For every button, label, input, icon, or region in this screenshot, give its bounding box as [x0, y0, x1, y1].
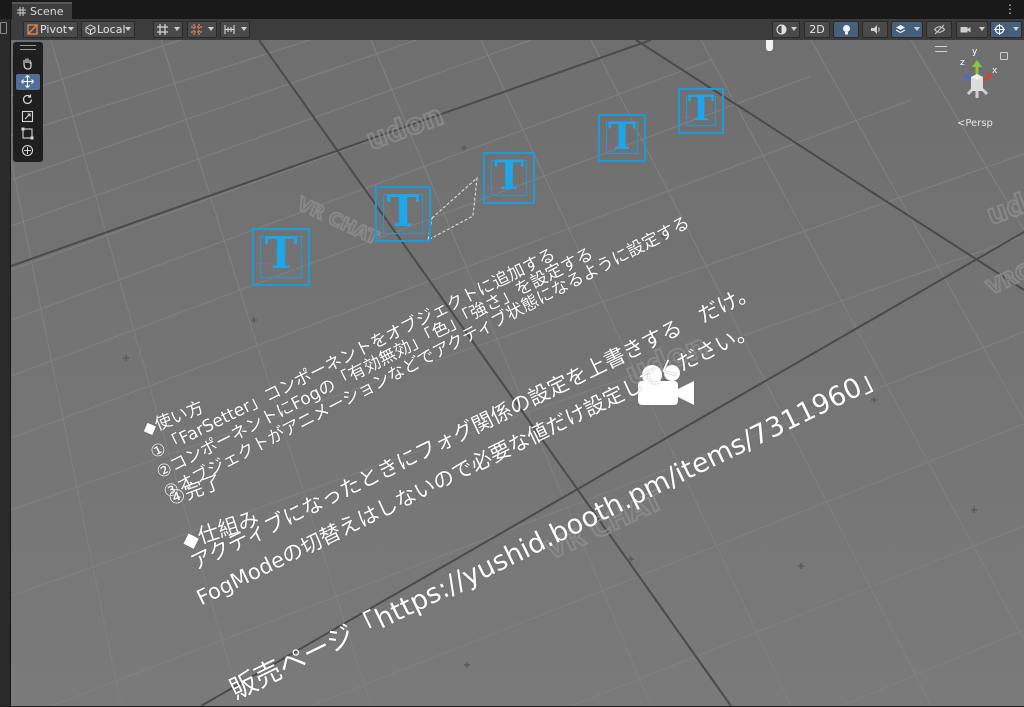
camera-icon [960, 27, 971, 33]
scale-tool[interactable] [16, 109, 40, 125]
audio-toggle[interactable] [862, 21, 888, 38]
rotate-icon [22, 94, 33, 105]
tools-overlay [13, 42, 43, 162]
more-menu-icon[interactable]: ⋮ [1004, 2, 1016, 16]
view-slider-knob[interactable] [766, 40, 773, 51]
text-icon: T [264, 228, 298, 279]
grid-icon [17, 7, 26, 16]
effects-dropdown[interactable] [891, 21, 923, 38]
chevron-down-icon [1013, 27, 1019, 31]
local-dropdown[interactable]: Local [81, 21, 135, 38]
tab-scene[interactable]: Scene [12, 2, 72, 19]
projection-label[interactable]: <Persp [957, 118, 993, 129]
increment-snap-icon [191, 24, 202, 35]
gizmo-x-label: x [992, 66, 998, 76]
grid-snap-icon [157, 24, 168, 35]
chevron-down-icon [979, 27, 985, 31]
drag-handle-icon[interactable] [20, 45, 36, 50]
chevron-down-icon [125, 27, 131, 31]
text-object-gizmo[interactable]: T -·-·-·- [598, 114, 646, 162]
shading-mode-button[interactable] [772, 21, 800, 38]
overlay-menu-icon[interactable] [935, 46, 947, 52]
visibility-icon [934, 24, 945, 35]
camera-settings-dropdown[interactable] [956, 21, 988, 38]
gizmos-dropdown[interactable] [990, 21, 1022, 38]
text-icon: T [687, 88, 715, 129]
move-icon [21, 75, 34, 88]
hand-tool[interactable] [16, 56, 40, 72]
gizmos-icon [994, 24, 1005, 35]
rect-icon [21, 127, 34, 140]
pivot-dropdown[interactable]: Pivot [23, 21, 78, 38]
shading-mode-icon [776, 24, 787, 35]
chevron-down-icon [208, 27, 214, 31]
component-marker: -·-·-·- [379, 218, 396, 226]
scale-icon [21, 110, 34, 123]
scene-visibility-toggle[interactable] [926, 21, 952, 38]
local-label: Local [97, 23, 126, 36]
tab-scene-label: Scene [30, 5, 64, 18]
text-object-gizmo[interactable]: T -·-·-·- [375, 186, 431, 242]
text-object-gizmo[interactable]: T -·-·-·- [678, 88, 724, 134]
view-2d-toggle[interactable]: 2D [804, 21, 830, 38]
orientation-gizmo[interactable]: y x z [950, 44, 1010, 114]
hand-icon [23, 58, 32, 70]
scene-toolbar: Pivot Local 2D [0, 19, 1024, 41]
scene-tab-bar: Scene ⋮ [0, 0, 1024, 20]
chevron-down-icon [241, 27, 247, 31]
chevron-down-icon [914, 27, 920, 31]
component-marker: -·-·-·- [256, 260, 273, 268]
text-object-gizmo[interactable]: T -·-·-·- [483, 152, 535, 204]
chevron-down-icon [68, 27, 74, 31]
lighting-icon [843, 25, 850, 35]
panel-collapse-icon[interactable] [0, 22, 7, 34]
rotate-tool[interactable] [16, 92, 40, 108]
increment-snap-button[interactable] [187, 21, 217, 38]
view-2d-label: 2D [809, 23, 825, 36]
text-icon: T [386, 186, 420, 237]
component-marker: -·-·-·- [682, 114, 699, 122]
lighting-toggle[interactable] [833, 21, 859, 38]
component-marker: -·-·-·- [602, 142, 619, 150]
pivot-label: Pivot [40, 23, 68, 36]
grid-snap-button[interactable] [153, 21, 183, 38]
chevron-down-icon [174, 27, 180, 31]
text-icon: T [608, 114, 636, 158]
audio-icon [871, 25, 880, 34]
lock-icon[interactable] [1000, 52, 1008, 60]
text-icon: T [494, 152, 524, 199]
transform-tool[interactable] [16, 143, 40, 159]
effects-icon [895, 25, 906, 34]
left-dock-edge [0, 19, 11, 706]
gizmo-y-label: y [972, 47, 978, 57]
component-marker: -·-·-·- [487, 184, 504, 192]
local-cube-icon [85, 24, 96, 35]
snap-settings-icon [224, 25, 235, 34]
snap-settings-button[interactable] [220, 21, 250, 38]
gizmo-z-label: z [960, 58, 965, 68]
chevron-down-icon [791, 27, 797, 31]
rect-tool[interactable] [16, 126, 40, 142]
move-tool[interactable] [16, 74, 40, 90]
text-object-gizmo[interactable]: T -·-·-·- [252, 228, 310, 286]
pivot-icon [27, 24, 38, 35]
transform-icon [21, 144, 34, 157]
